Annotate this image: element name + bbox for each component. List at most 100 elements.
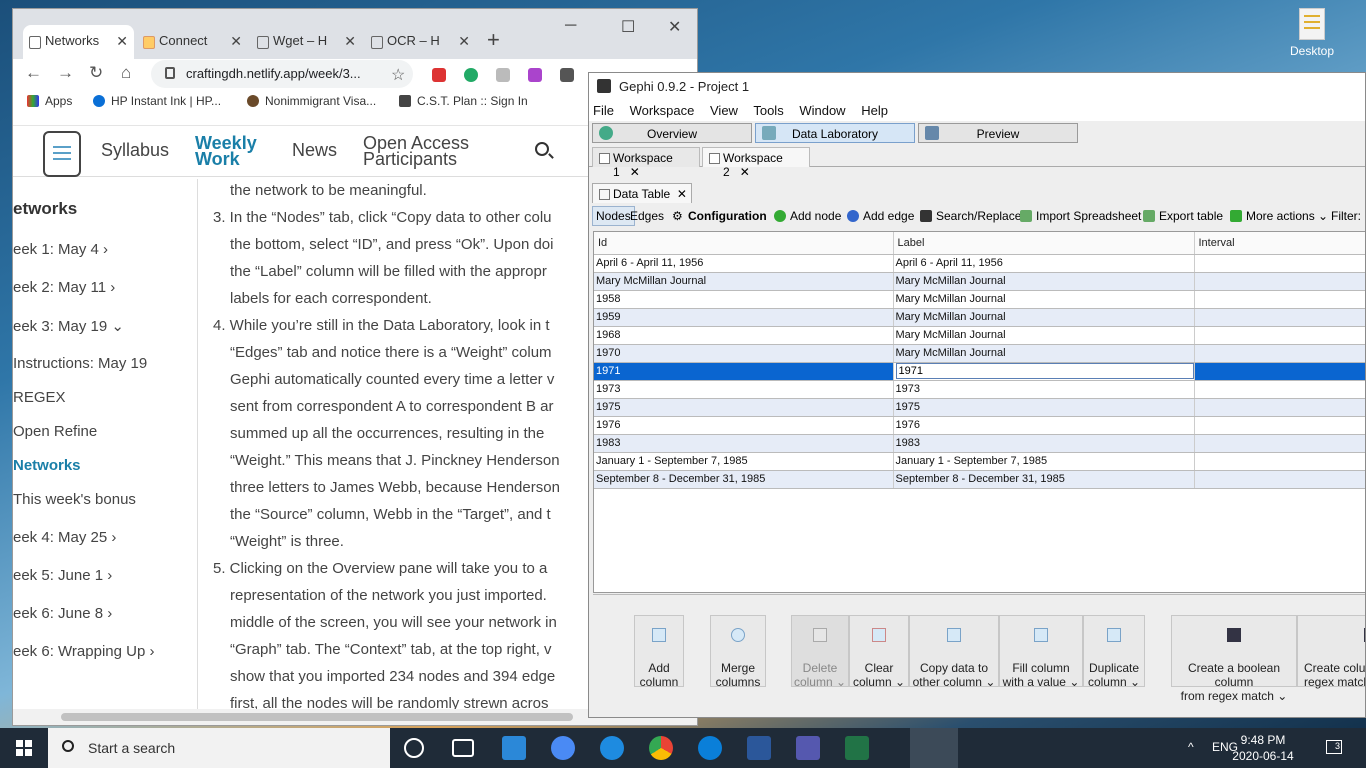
delete-column-button[interactable]: Delete column ⌄ (791, 615, 849, 689)
edge-icon[interactable] (698, 736, 722, 760)
tab-data-laboratory[interactable]: Data Laboratory (755, 123, 915, 143)
nav-open-access-2[interactable]: Participants (363, 150, 457, 168)
sidebar-item-week3[interactable]: eek 3: May 19 ⌄ (13, 317, 124, 335)
cell-interval[interactable] (1194, 434, 1365, 453)
sidebar-item-week1[interactable]: eek 1: May 4 › (13, 241, 108, 258)
table-row[interactable]: 1968 Mary McMillan Journal (594, 326, 1365, 345)
taskbar-search[interactable]: Start a search (48, 728, 390, 768)
cortana-icon[interactable] (404, 738, 424, 758)
cell-label[interactable]: 1975 (893, 398, 1195, 417)
column-header-interval[interactable]: Interval (1194, 232, 1365, 255)
cell-interval[interactable] (1194, 398, 1365, 417)
add-edge-button[interactable]: Add edge (847, 209, 914, 223)
add-node-button[interactable]: Add node (774, 209, 841, 223)
cell-label[interactable]: Mary McMillan Journal (893, 272, 1195, 291)
close-icon[interactable]: ✕ (630, 165, 640, 179)
ie-icon[interactable] (600, 736, 624, 760)
copy-data-button[interactable]: Copy data to other column ⌄ (909, 615, 999, 689)
excel-icon[interactable] (845, 736, 869, 760)
cell-id[interactable]: 1976 (594, 416, 894, 435)
tab-preview[interactable]: Preview (918, 123, 1078, 143)
merge-columns-button[interactable]: Merge columns (710, 615, 766, 689)
site-menu-button[interactable] (43, 131, 81, 177)
notification-icon[interactable]: 3 (1326, 740, 1342, 754)
grammarly-icon[interactable] (464, 68, 478, 82)
bookmark-hp[interactable]: HP Instant Ink | HP... (93, 94, 221, 108)
search-extension-icon[interactable] (528, 68, 542, 82)
clock[interactable]: 9:48 PM 2020-06-14 (1230, 732, 1296, 764)
back-icon[interactable]: ← (25, 63, 42, 83)
regex-column-button[interactable]: Create columregex matchi (1297, 615, 1365, 689)
search-icon[interactable] (535, 142, 549, 156)
table-row[interactable]: 1959 Mary McMillan Journal (594, 308, 1365, 327)
cell-id[interactable]: Mary McMillan Journal (594, 272, 894, 291)
sidebar-item-networks[interactable]: Networks (13, 457, 81, 474)
close-icon[interactable]: ✕ (116, 33, 128, 50)
search-replace-button[interactable]: Search/Replace (920, 209, 1021, 223)
bookmark-apps[interactable]: Apps (27, 94, 72, 108)
bookmark-star-icon[interactable]: ☆ (391, 65, 405, 85)
sidebar-item-week4[interactable]: eek 4: May 25 › (13, 529, 116, 546)
tab-workspace-2[interactable]: Workspace 2 ✕ (702, 147, 810, 179)
cell-interval[interactable] (1194, 308, 1365, 327)
add-column-button[interactable]: Add column (634, 615, 684, 689)
cell-label[interactable]: Mary McMillan Journal (893, 326, 1195, 345)
table-row[interactable]: 1970 Mary McMillan Journal (594, 344, 1365, 363)
cell-interval[interactable] (1194, 470, 1365, 489)
table-row[interactable]: 1976 1976 (594, 416, 1365, 435)
table-row[interactable]: 1983 1983 (594, 434, 1365, 453)
cell-interval[interactable] (1194, 416, 1365, 435)
cell-id[interactable]: 1983 (594, 434, 894, 453)
configuration-button[interactable]: Configuration (688, 209, 767, 223)
word-icon[interactable] (747, 736, 771, 760)
forward-icon[interactable]: → (57, 63, 74, 83)
tab-overview[interactable]: Overview (592, 123, 752, 143)
extension-icon[interactable] (496, 68, 510, 82)
cell-id[interactable]: 1975 (594, 398, 894, 417)
cell-label[interactable]: September 8 - December 31, 1985 (893, 470, 1195, 489)
boolean-regex-button[interactable]: Create a boolean column from regex match … (1171, 615, 1297, 703)
tab-data-table[interactable]: Data Table ✕ (592, 183, 692, 203)
cell-interval[interactable] (1194, 272, 1365, 291)
tab-wget[interactable]: Wget – H ✕ (251, 25, 362, 59)
tray-chevron-icon[interactable]: ^ (1188, 740, 1194, 754)
sidebar-item-regex[interactable]: REGEX (13, 389, 66, 406)
close-icon[interactable]: ✕ (344, 33, 356, 50)
cell-label[interactable]: Mary McMillan Journal (893, 290, 1195, 309)
cell-interval[interactable] (1194, 254, 1365, 273)
cell-interval[interactable] (1194, 290, 1365, 309)
windows-start-icon[interactable] (16, 740, 32, 756)
cell-interval[interactable] (1194, 326, 1365, 345)
close-icon[interactable]: ✕ (674, 187, 687, 201)
cell-id[interactable]: 1959 (594, 308, 894, 327)
sidebar-item-instructions[interactable]: Instructions: May 19 (13, 355, 147, 372)
cell-id[interactable]: April 6 - April 11, 1956 (594, 254, 894, 273)
close-icon[interactable]: ✕ (230, 33, 242, 50)
address-bar[interactable]: craftingdh.netlify.app/week/3... (151, 60, 413, 88)
nav-news[interactable]: News (292, 141, 337, 159)
mail-icon[interactable] (502, 736, 526, 760)
nav-weekly-work-2[interactable]: Work (195, 150, 240, 168)
menu-tools[interactable]: Tools (753, 103, 783, 118)
nodes-toggle[interactable]: Nodes (592, 206, 635, 226)
cell-id[interactable]: 1973 (594, 380, 894, 399)
chrome-icon[interactable] (649, 736, 673, 760)
cell-label[interactable]: 1976 (893, 416, 1195, 435)
sidebar-item-bonus[interactable]: This week's bonus (13, 491, 136, 508)
edges-toggle[interactable]: Edges (630, 209, 664, 223)
extension-icon[interactable] (432, 68, 446, 82)
cell-label[interactable]: January 1 - September 7, 1985 (893, 452, 1195, 471)
cell-label[interactable]: Mary McMillan Journal (893, 308, 1195, 327)
table-row[interactable]: April 6 - April 11, 1956 April 6 - April … (594, 254, 1365, 273)
tab-connect[interactable]: Connect ✕ (137, 25, 248, 59)
column-header-label[interactable]: Label (893, 232, 1195, 255)
cell-interval[interactable] (1194, 452, 1365, 471)
chrome-alt-icon[interactable] (551, 736, 575, 760)
menu-workspace[interactable]: Workspace (630, 103, 695, 118)
sidebar-item-week6-wrap[interactable]: eek 6: Wrapping Up › (13, 643, 154, 660)
tab-networks[interactable]: Networks ✕ (23, 25, 134, 59)
table-row[interactable]: Mary McMillan Journal Mary McMillan Journ… (594, 272, 1365, 291)
table-row[interactable]: 1975 1975 (594, 398, 1365, 417)
task-view-icon[interactable] (452, 739, 474, 757)
fill-column-button[interactable]: Fill column with a value ⌄ (999, 615, 1083, 689)
